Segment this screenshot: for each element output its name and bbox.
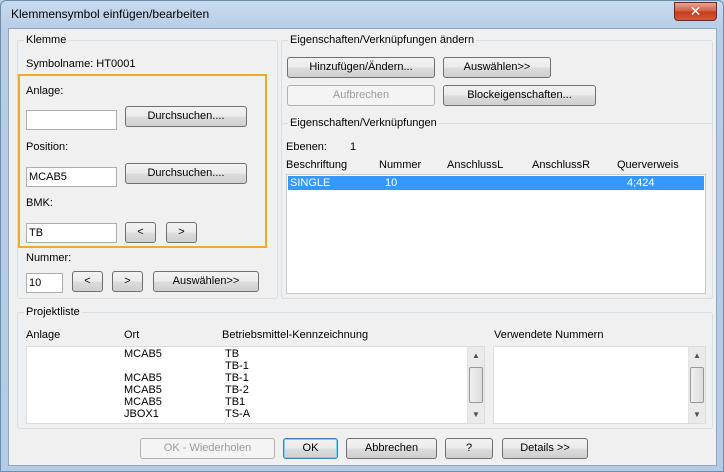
window-title: Klemmensymbol einfügen/bearbeiten	[11, 7, 210, 21]
dialog-client-area: Klemme Symbolname: HT0001 Anlage: Durchs…	[8, 28, 717, 466]
col-anlage[interactable]: Anlage	[26, 329, 60, 341]
ebenen-value: 1	[350, 141, 357, 153]
anlage-input[interactable]	[26, 110, 117, 130]
col-beschriftung[interactable]: Beschriftung	[286, 159, 347, 171]
list-item[interactable]: MCAB5 TB	[27, 348, 467, 360]
properties-row-selected[interactable]: SINGLE 10 4;424	[288, 176, 704, 190]
used-numbers-list[interactable]: ▲ ▼	[493, 346, 706, 424]
list-item[interactable]: MCAB5 TB-2	[27, 384, 467, 396]
nummer-input[interactable]: 10	[26, 273, 63, 293]
row-beschriftung: SINGLE	[290, 177, 331, 189]
used-numbers-header: Verwendete Nummern	[494, 329, 604, 341]
row-bmk: TB-2	[225, 384, 249, 396]
col-bmk[interactable]: Betriebsmittel-Kennzeichnung	[222, 329, 368, 341]
bmk-input[interactable]: TB	[26, 223, 117, 243]
scroll-up-icon[interactable]: ▲	[689, 347, 705, 364]
nummer-label: Nummer:	[26, 252, 72, 264]
scroll-thumb[interactable]	[690, 367, 704, 403]
col-nummer[interactable]: Nummer	[379, 159, 421, 171]
scroll-down-icon[interactable]: ▼	[689, 406, 705, 423]
row-ort: MCAB5	[124, 384, 162, 396]
col-anschlussL[interactable]: AnschlussL	[447, 159, 503, 171]
properties-list[interactable]: SINGLE 10 4;424	[286, 174, 706, 294]
properties-select-button[interactable]: Auswählen>>	[443, 57, 551, 78]
position-browse-button[interactable]: Durchsuchen....	[125, 163, 247, 184]
row-bmk: TB1	[225, 396, 246, 408]
title-bar[interactable]: Klemmensymbol einfügen/bearbeiten ✕	[1, 1, 723, 27]
cancel-button[interactable]: Abbrechen	[346, 438, 437, 459]
dialog-window: Klemmensymbol einfügen/bearbeiten ✕ Klem…	[0, 0, 724, 472]
bmk-prev-button[interactable]: <	[125, 222, 156, 243]
symbolname-label: Symbolname: HT0001	[26, 58, 136, 70]
list-item[interactable]: MCAB5 TB1	[27, 396, 467, 408]
scroll-up-icon[interactable]: ▲	[468, 347, 484, 364]
close-icon[interactable]: ✕	[674, 2, 717, 21]
used-numbers-scrollbar[interactable]: ▲ ▼	[688, 347, 705, 423]
list-item[interactable]: TB-1	[27, 360, 467, 372]
nummer-select-button[interactable]: Auswählen>>	[153, 271, 259, 292]
row-ort: MCAB5	[124, 396, 162, 408]
anlage-browse-button[interactable]: Durchsuchen....	[125, 106, 247, 127]
row-bmk: TB-1	[225, 360, 249, 372]
row-bmk: TS-A	[225, 408, 251, 420]
nummer-next-button[interactable]: >	[112, 271, 143, 292]
col-ort[interactable]: Ort	[124, 329, 139, 341]
scroll-down-icon[interactable]: ▼	[468, 406, 484, 423]
list-item[interactable]: JBOX1 TS-A	[27, 408, 467, 420]
nummer-prev-button[interactable]: <	[72, 271, 103, 292]
projektliste-list[interactable]: MCAB5 TB TB-1 MCAB5 TB-1 MCAB5 TB-2 MCAB…	[26, 346, 485, 424]
ok-repeat-button[interactable]: OK - Wiederholen	[140, 438, 275, 459]
position-label: Position:	[26, 141, 69, 153]
row-ort: MCAB5	[124, 348, 162, 360]
projektliste-group-title: Projektliste	[24, 306, 82, 318]
list-item[interactable]: MCAB5 TB-1	[27, 372, 467, 384]
bmk-next-button[interactable]: >	[166, 222, 197, 243]
properties-group-title: Eigenschaften/Verknüpfungen	[288, 117, 439, 129]
scroll-thumb[interactable]	[469, 367, 483, 403]
break-button[interactable]: Aufbrechen	[287, 85, 435, 106]
projektliste-scrollbar[interactable]: ▲ ▼	[467, 347, 484, 423]
properties-edit-group-title: Eigenschaften/Verknüpfungen ändern	[288, 34, 477, 46]
klemme-group-title: Klemme	[24, 34, 69, 46]
details-button[interactable]: Details >>	[502, 438, 588, 459]
help-button[interactable]: ?	[445, 438, 493, 459]
col-anschlussR[interactable]: AnschlussR	[532, 159, 590, 171]
row-bmk: TB-1	[225, 372, 249, 384]
row-ort: JBOX1	[124, 408, 159, 420]
position-input[interactable]: MCAB5	[26, 167, 117, 187]
block-properties-button[interactable]: Blockeigenschaften...	[443, 85, 596, 106]
anlage-label: Anlage:	[26, 85, 64, 97]
col-querverweis[interactable]: Querverweis	[617, 159, 679, 171]
row-ort: MCAB5	[124, 372, 162, 384]
row-bmk: TB	[225, 348, 240, 360]
ebenen-label: Ebenen:	[286, 141, 327, 153]
ok-button[interactable]: OK	[283, 438, 338, 459]
add-change-button[interactable]: Hinzufügen/Ändern...	[287, 57, 435, 78]
row-querverweis: 4;424	[627, 177, 655, 189]
row-nummer: 10	[385, 177, 398, 189]
bmk-label: BMK:	[26, 197, 53, 209]
